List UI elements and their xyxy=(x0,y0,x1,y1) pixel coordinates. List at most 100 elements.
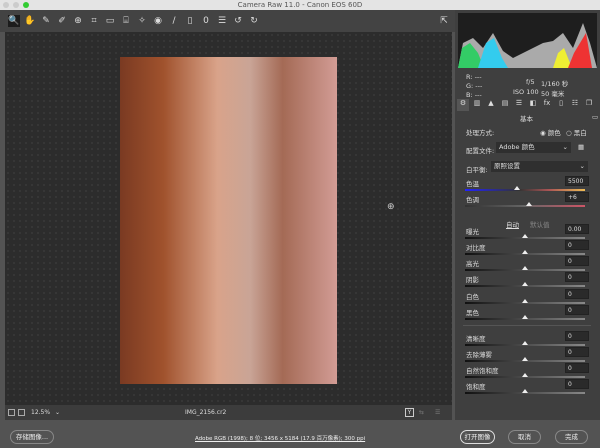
tab-presets-icon[interactable]: ☷ xyxy=(569,99,581,111)
slider-label: 清晰度 xyxy=(466,335,486,343)
tab-calibration-icon[interactable]: ▯ xyxy=(555,99,567,111)
aperture: f/5 xyxy=(526,78,535,86)
slider-label: 去除薄雾 xyxy=(466,351,492,359)
histogram xyxy=(458,13,597,68)
panel-title: 基本 xyxy=(520,115,533,123)
slider-value-input[interactable]: 0 xyxy=(565,289,589,299)
slider-value-input[interactable]: 0 xyxy=(565,272,589,282)
slider-label: 高光 xyxy=(466,260,479,268)
slider-thumb[interactable] xyxy=(522,315,528,319)
slider-value-input[interactable]: 0 xyxy=(565,347,589,357)
panel-tabs: ⚙ ▥ ▲ ▤ ☰ ◧ fx ▯ ☷ ❐ xyxy=(457,99,597,111)
transform-tool-icon[interactable]: ⌸ xyxy=(120,15,132,27)
slider-thumb[interactable] xyxy=(522,282,528,286)
b-readout: B: --- xyxy=(466,91,482,99)
slider-value-input[interactable]: 0.00 xyxy=(565,224,589,234)
straighten-tool-icon[interactable]: ▭ xyxy=(104,15,116,27)
adjustment-brush-icon[interactable]: / xyxy=(168,15,180,27)
slider-value-input[interactable]: +6 xyxy=(565,192,589,202)
spot-removal-tool-icon[interactable]: ✧ xyxy=(136,15,148,27)
image-preview[interactable] xyxy=(120,57,337,384)
slider-value-input[interactable]: 0 xyxy=(565,363,589,373)
slider-thumb[interactable] xyxy=(513,186,520,190)
slider-value-input[interactable]: 0 xyxy=(565,379,589,389)
tab-fx-icon[interactable]: fx xyxy=(541,99,553,111)
graduated-filter-icon[interactable]: ▯ xyxy=(184,15,196,27)
slider-value-input[interactable]: 5500 xyxy=(565,176,589,186)
slider-thumb[interactable] xyxy=(522,266,528,270)
slider-thumb[interactable] xyxy=(522,250,528,254)
slider-value-input[interactable]: 0 xyxy=(565,305,589,315)
tab-split-toning-icon[interactable]: ☰ xyxy=(513,99,525,111)
g-readout: G: --- xyxy=(466,82,483,90)
white-balance-select[interactable]: 原照设置 ⌄ xyxy=(491,161,588,172)
slider-label: 白色 xyxy=(466,293,479,301)
presets-icon[interactable]: ☰ xyxy=(216,15,228,27)
rotate-cw-icon[interactable]: ↻ xyxy=(248,15,260,27)
iso: ISO 100 xyxy=(513,88,539,96)
histogram-graph xyxy=(458,23,597,68)
before-after-toggle[interactable]: Y xyxy=(405,408,414,417)
slider-label: 色调 xyxy=(466,196,479,204)
tab-lens-icon[interactable]: ◧ xyxy=(527,99,539,111)
targeted-adjustment-tool-icon[interactable]: ⊕ xyxy=(72,15,84,27)
zoom-level[interactable]: 12.5% xyxy=(31,405,50,420)
window-title: Camera Raw 11.0 - Canon EOS 60D xyxy=(237,1,363,9)
default-button[interactable]: 默认值 xyxy=(530,219,550,229)
zoom-window-button[interactable] xyxy=(23,2,29,8)
slider-value-input[interactable]: 0 xyxy=(565,331,589,341)
rotate-ccw-icon[interactable]: ↺ xyxy=(232,15,244,27)
profile-label: 配置文件: xyxy=(466,147,495,155)
slider-value-input[interactable]: 0 xyxy=(565,256,589,266)
auto-button[interactable]: 自动 xyxy=(506,219,519,229)
crop-tool-icon[interactable]: ⌗ xyxy=(88,15,100,27)
r-readout: R: --- xyxy=(466,73,482,81)
slider-thumb[interactable] xyxy=(525,202,532,206)
cancel-button[interactable]: 取消 xyxy=(508,430,541,444)
minimize-window-button[interactable] xyxy=(13,2,19,8)
shutter-speed: 1/160 秒 xyxy=(541,80,569,88)
white-balance-tool-icon[interactable]: ✎ xyxy=(40,15,52,27)
slider-thumb[interactable] xyxy=(522,341,528,345)
hand-tool-icon[interactable]: ✋ xyxy=(24,15,36,27)
tab-basic-icon[interactable]: ⚙ xyxy=(457,99,469,111)
done-button[interactable]: 完成 xyxy=(555,430,588,444)
zoom-dropdown-icon[interactable]: ⌄ xyxy=(55,405,60,420)
slider-label: 饱和度 xyxy=(466,383,486,391)
save-image-button[interactable]: 存储图像... xyxy=(10,430,54,444)
swap-settings-icon[interactable]: ⇆ xyxy=(419,405,424,420)
tab-snapshots-icon[interactable]: ❐ xyxy=(583,99,595,111)
slider-thumb[interactable] xyxy=(522,373,528,377)
slider-label: 色温 xyxy=(466,180,479,188)
process-bw-radio[interactable]: ○ 黑白 xyxy=(566,127,587,137)
preview-settings-icon[interactable]: ☰ xyxy=(435,405,440,420)
status-bar: 12.5% ⌄ IMG_2156.cr2 Y ⇆ ☰ xyxy=(5,405,452,420)
process-color-radio[interactable]: ◉ 颜色 xyxy=(540,127,561,137)
radial-filter-icon[interactable]: 0 xyxy=(200,15,212,27)
open-image-button[interactable]: 打开图像 xyxy=(460,430,495,444)
close-window-button[interactable] xyxy=(3,2,9,8)
focal-length: 50 毫米 xyxy=(541,90,565,98)
slider-value-input[interactable]: 0 xyxy=(565,240,589,250)
tab-tone-curve-icon[interactable]: ▥ xyxy=(471,99,483,111)
color-sampler-tool-icon[interactable]: ✐ xyxy=(56,15,68,27)
panel-menu-icon[interactable]: ▭ xyxy=(592,113,598,121)
profile-value: Adobe 颜色 xyxy=(499,143,535,151)
slider-thumb[interactable] xyxy=(522,234,528,238)
workflow-options-link[interactable]: Adobe RGB (1998); 8 位; 3456 x 5184 (17.9… xyxy=(195,434,365,442)
toolbar: 🔍 ✋ ✎ ✐ ⊕ ⌗ ▭ ⌸ ✧ ◉ / ▯ 0 ☰ ↺ ↻ xyxy=(0,10,455,32)
slider-thumb[interactable] xyxy=(522,389,528,393)
tab-detail-icon[interactable]: ▲ xyxy=(485,99,497,111)
slider-thumb[interactable] xyxy=(522,299,528,303)
red-eye-tool-icon[interactable]: ◉ xyxy=(152,15,164,27)
zoom-tool-icon[interactable]: 🔍 xyxy=(8,15,20,27)
profile-browser-icon[interactable]: ▦ xyxy=(578,143,584,151)
slider-track[interactable] xyxy=(465,189,585,191)
tab-hsl-icon[interactable]: ▤ xyxy=(499,99,511,111)
zoom-out-button[interactable] xyxy=(8,409,15,416)
title-bar: Camera Raw 11.0 - Canon EOS 60D xyxy=(0,0,600,10)
slider-thumb[interactable] xyxy=(522,357,528,361)
profile-select[interactable]: Adobe 颜色 ⌄ xyxy=(496,142,571,153)
fullscreen-icon[interactable]: ⇱ xyxy=(438,15,450,27)
zoom-in-button[interactable] xyxy=(18,409,25,416)
